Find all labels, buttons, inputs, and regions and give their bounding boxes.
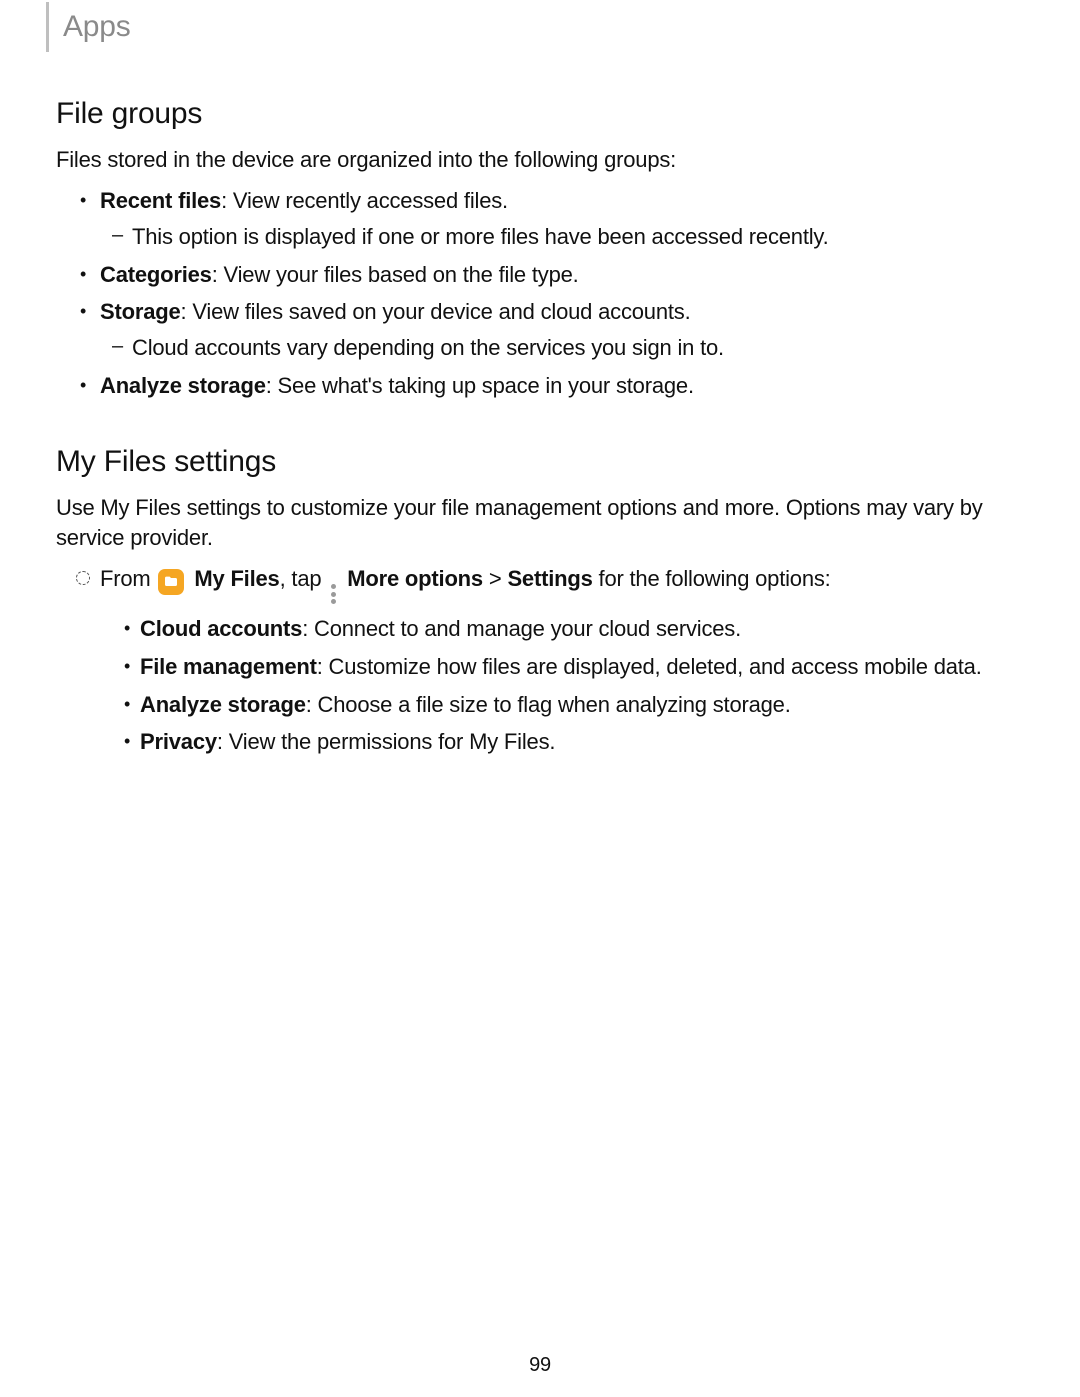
sublist: Cloud accounts vary depending on the ser… bbox=[100, 333, 1024, 363]
list-item: Privacy: View the permissions for My Fil… bbox=[100, 727, 1024, 757]
circle-bullet-icon bbox=[76, 571, 90, 585]
step-app-name: My Files bbox=[194, 566, 279, 591]
list-item: File management: Customize how files are… bbox=[100, 652, 1024, 682]
step-more-options: More options bbox=[347, 566, 483, 591]
document-page: Apps File groups Files stored in the dev… bbox=[0, 0, 1080, 1397]
step-text-mid: , tap bbox=[280, 566, 328, 591]
item-desc: : View your files based on the file type… bbox=[212, 262, 579, 287]
step-text-post: for the following options: bbox=[593, 566, 831, 591]
sublist: This option is displayed if one or more … bbox=[100, 222, 1024, 252]
sublist-item: This option is displayed if one or more … bbox=[100, 222, 1024, 252]
section-intro-file-groups: Files stored in the device are organized… bbox=[56, 145, 1024, 175]
item-desc: : Choose a file size to flag when analyz… bbox=[306, 692, 791, 717]
settings-steps: From My Files, tap More options > Settin… bbox=[56, 564, 1024, 757]
list-item: Analyze storage: Choose a file size to f… bbox=[100, 690, 1024, 720]
step-settings: Settings bbox=[507, 566, 592, 591]
section-title-my-files-settings: My Files settings bbox=[56, 442, 1024, 483]
item-label: Recent files bbox=[100, 188, 221, 213]
list-item: Cloud accounts: Connect to and manage yo… bbox=[100, 614, 1024, 644]
step-gt: > bbox=[483, 566, 507, 591]
item-label: Analyze storage bbox=[100, 373, 266, 398]
header-rule bbox=[46, 2, 49, 52]
item-label: Storage bbox=[100, 299, 181, 324]
item-label: Privacy bbox=[140, 729, 217, 754]
item-desc: : Customize how files are displayed, del… bbox=[317, 654, 982, 679]
list-item: Categories: View your files based on the… bbox=[56, 260, 1024, 290]
breadcrumb: Apps bbox=[63, 7, 131, 48]
item-label: Cloud accounts bbox=[140, 616, 302, 641]
page-header: Apps bbox=[56, 0, 1024, 52]
list-item: Analyze storage: See what's taking up sp… bbox=[56, 371, 1024, 401]
my-files-app-icon bbox=[158, 569, 184, 595]
item-desc: : View recently accessed files. bbox=[221, 188, 508, 213]
file-groups-list: Recent files: View recently accessed fil… bbox=[56, 186, 1024, 400]
step-item: From My Files, tap More options > Settin… bbox=[56, 564, 1024, 757]
section-intro-my-files-settings: Use My Files settings to customize your … bbox=[56, 493, 1024, 552]
item-label: File management bbox=[140, 654, 317, 679]
item-desc: : See what's taking up space in your sto… bbox=[266, 373, 694, 398]
list-item: Recent files: View recently accessed fil… bbox=[56, 186, 1024, 251]
page-number: 99 bbox=[0, 1352, 1080, 1379]
sublist-item: Cloud accounts vary depending on the ser… bbox=[100, 333, 1024, 363]
step-text-pre: From bbox=[100, 566, 156, 591]
item-desc: : Connect to and manage your cloud servi… bbox=[302, 616, 741, 641]
item-desc: : View the permissions for My Files. bbox=[217, 729, 555, 754]
list-item: Storage: View files saved on your device… bbox=[56, 297, 1024, 362]
settings-options-list: Cloud accounts: Connect to and manage yo… bbox=[100, 614, 1024, 757]
section-title-file-groups: File groups bbox=[56, 94, 1024, 135]
more-options-icon bbox=[331, 584, 337, 604]
item-label: Categories bbox=[100, 262, 212, 287]
item-desc: : View files saved on your device and cl… bbox=[181, 299, 691, 324]
item-label: Analyze storage bbox=[140, 692, 306, 717]
